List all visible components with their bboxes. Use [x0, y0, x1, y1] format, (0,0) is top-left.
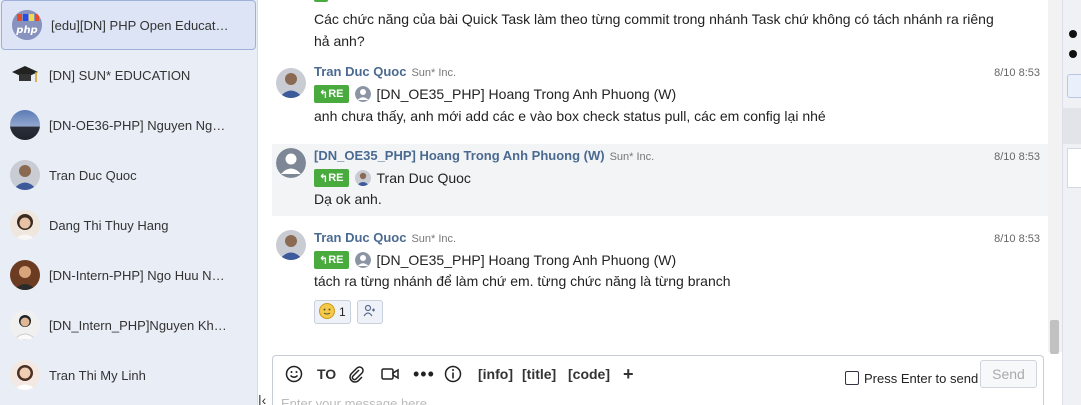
reply-arrow-icon: ↰	[319, 254, 329, 267]
sender-org: Sun* Inc.	[609, 151, 655, 163]
re-badge: ↰ RE	[314, 251, 349, 269]
message-time: 8/10 8:53	[994, 233, 1040, 245]
title-tag-button[interactable]: [title]	[522, 365, 556, 383]
sender-name[interactable]: Tran Duc Quoc	[314, 64, 406, 79]
room-item-dn-oe36-php[interactable]: [DN-OE36-PHP] Nguyen Ngoc Minh	[0, 100, 258, 150]
re-label: RE	[328, 254, 344, 266]
user-avatar	[10, 160, 40, 190]
default-user-icon	[354, 252, 371, 268]
user-avatar	[276, 68, 306, 98]
message-time: 8/10 8:53	[994, 67, 1040, 79]
room-item-sun-education[interactable]: [DN] SUN* EDUCATION	[0, 50, 258, 100]
room-label: Dang Thi Thuy Hang	[49, 217, 169, 233]
reply-to-name: [DN_OE35_PHP] Hoang Trong Anh Phuong (W)	[376, 252, 677, 268]
right-side-panel	[1062, 0, 1081, 405]
message-item[interactable]: Tran Duc Quoc Sun* Inc. 8/10 8:53 ↰ RE [D…	[272, 226, 1048, 330]
reply-arrow-icon: ↰	[319, 88, 329, 101]
message-item[interactable]: [DN_OE35_PHP] Hoang Trong Anh Phuong (W)…	[272, 144, 1048, 216]
user-avatar	[276, 230, 306, 260]
user-avatar	[10, 360, 40, 390]
reply-reference[interactable]: ↰ RE [DN_OE35_PHP] Hoang Trong Anh Phuong…	[314, 84, 676, 104]
room-list-sidebar: php [edu][DN] PHP Open Education [DN] SU…	[0, 0, 258, 405]
video-call-icon[interactable]	[380, 365, 400, 383]
room-item-dang-thi-thuy-hang[interactable]: Dang Thi Thuy Hang	[0, 200, 258, 250]
room-label: Tran Duc Quoc	[49, 167, 137, 183]
reaction-button[interactable]: 1	[314, 300, 351, 324]
panel-button[interactable]	[1067, 74, 1081, 98]
message-text: Các chức năng của bài Quick Task làm the…	[314, 11, 994, 49]
attach-file-icon[interactable]	[347, 365, 365, 383]
bullet-dot	[1069, 30, 1077, 38]
graduation-cap-icon	[10, 60, 40, 90]
sender-name[interactable]: [DN_OE35_PHP] Hoang Trong Anh Phuong (W)	[314, 148, 605, 163]
php-logo-icon: php	[12, 10, 42, 40]
sender-org: Sun* Inc.	[411, 67, 457, 79]
reply-to-name: Tran Duc Quoc	[376, 170, 471, 186]
message-time: 8/10 8:53	[994, 151, 1040, 163]
message-item[interactable]: Tran Duc Quoc Sun* Inc. 8/10 8:53 ↰ RE [D…	[272, 64, 1048, 134]
chat-timeline: Các chức năng của bài Quick Task làm the…	[258, 0, 1062, 352]
plus-icon[interactable]: +	[623, 364, 634, 384]
user-avatar	[10, 310, 40, 340]
room-item-tran-duc-quoc[interactable]: Tran Duc Quoc	[0, 150, 258, 200]
collapse-sidebar-icon[interactable]: |‹	[258, 392, 266, 405]
room-item-php-open-education[interactable]: php [edu][DN] PHP Open Education	[1, 0, 256, 50]
default-user-icon	[354, 86, 371, 102]
reply-arrow-icon: ↰	[319, 172, 329, 185]
chat-scrollbar[interactable]	[1048, 0, 1062, 352]
re-badge: ↰ RE	[314, 85, 349, 103]
room-label: [DN] SUN* EDUCATION	[49, 67, 191, 83]
reply-to-name: [DN_OE35_PHP] Hoang Trong Anh Phuong (W)	[376, 86, 677, 102]
message-input[interactable]: Enter your message here	[281, 396, 427, 405]
enter-to-send-label: Press Enter to send	[864, 370, 979, 386]
bullet-dot	[1069, 50, 1077, 58]
room-label: Tran Thi My Linh	[49, 367, 146, 383]
enter-to-send-checkbox[interactable]	[845, 369, 859, 387]
user-avatar	[10, 210, 40, 240]
user-avatar	[10, 260, 40, 290]
room-label: [DN-OE36-PHP] Nguyen Ngoc Minh	[49, 117, 227, 133]
panel-input[interactable]	[1067, 148, 1081, 188]
re-badge: ↰ RE	[314, 169, 349, 187]
room-label: [DN-Intern-PHP] Ngo Huu Nhat	[49, 267, 227, 283]
panel-section-header	[1063, 108, 1081, 144]
to-button[interactable]: TO	[317, 365, 336, 383]
send-button[interactable]: Send	[980, 360, 1037, 388]
room-item-tran-thi-my-linh[interactable]: Tran Thi My Linh	[0, 350, 258, 400]
svg-text:php: php	[15, 25, 37, 36]
info-tag-button[interactable]: [info]	[478, 365, 513, 383]
room-label: [DN_Intern_PHP]Nguyen Khanh	[49, 317, 227, 333]
chat-scrollbar-thumb[interactable]	[1050, 320, 1059, 354]
smile-emoji-icon	[319, 302, 335, 322]
reply-reference[interactable]: ↰ RE [DN_OE35_PHP] Hoang Trong Anh Phuong…	[314, 250, 676, 270]
room-item-dn-intern-php-ngo[interactable]: [DN-Intern-PHP] Ngo Huu Nhat	[0, 250, 258, 300]
re-label: RE	[328, 88, 344, 100]
room-item-dn-intern-php-nguyen[interactable]: [DN_Intern_PHP]Nguyen Khanh	[0, 300, 258, 350]
reaction-users-button[interactable]	[356, 300, 383, 324]
message-composer: TO ••• [info] [title] [code] + Press Ent…	[272, 355, 1044, 405]
info-icon[interactable]	[444, 365, 462, 383]
room-avatar	[10, 110, 40, 140]
re-badge-partial	[314, 0, 328, 2]
sender-name[interactable]: Tran Duc Quoc	[314, 230, 406, 245]
code-tag-button[interactable]: [code]	[568, 365, 610, 383]
more-options-icon[interactable]: •••	[413, 364, 435, 384]
message-text: Dạ ok anh.	[314, 191, 382, 207]
message-text: anh chưa thấy, anh mới add các e vào box…	[314, 108, 826, 124]
emoji-icon[interactable]	[285, 365, 303, 383]
sender-org: Sun* Inc.	[411, 233, 457, 245]
room-label: [edu][DN] PHP Open Education	[51, 17, 229, 33]
user-avatar	[354, 170, 371, 186]
reply-reference[interactable]: ↰ RE Tran Duc Quoc	[314, 168, 471, 188]
message-text: tách ra từng nhánh để làm chứ em. từng c…	[314, 273, 731, 289]
reaction-count: 1	[339, 305, 346, 319]
users-icon	[363, 304, 377, 321]
re-label: RE	[328, 172, 344, 184]
default-user-icon	[276, 148, 306, 178]
